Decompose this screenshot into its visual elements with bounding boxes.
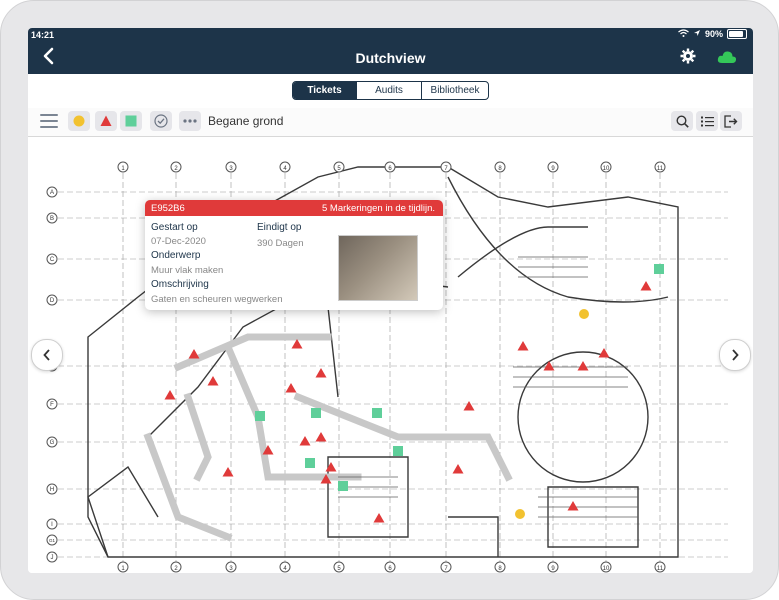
search-icon <box>675 114 689 128</box>
wifi-icon <box>678 29 689 39</box>
ticket-id: E952B6 <box>151 203 185 214</box>
cloud-icon <box>717 51 737 63</box>
check-circle-icon <box>154 114 168 128</box>
ticket-square-marker[interactable] <box>305 458 315 468</box>
subject-value: Muur vlak maken <box>151 265 224 276</box>
grid-column-label: 10 <box>603 166 610 172</box>
circle-icon <box>73 115 85 127</box>
battery-percent: 90% <box>704 29 723 39</box>
start-label: Gestart op <box>151 222 198 233</box>
navigation-bar: Dutchview <box>28 42 753 74</box>
description-label: Omschrijving <box>151 279 209 290</box>
app-screen: 14:21 90% Dutchview Tickets Audits Bibli… <box>28 28 753 573</box>
chevron-left-icon <box>43 349 50 361</box>
ticket-square-marker[interactable] <box>338 481 348 491</box>
floor-selector[interactable]: Begane grond <box>208 114 283 128</box>
grid-row-label: G1 <box>49 538 56 543</box>
grid-row-label: C <box>50 257 55 263</box>
ticket-photo[interactable] <box>338 235 418 301</box>
export-button[interactable] <box>720 111 742 131</box>
previous-button[interactable] <box>31 339 63 371</box>
grid-row-label: F <box>50 402 54 408</box>
grid-row-label: G <box>50 440 55 446</box>
ticket-circle-marker[interactable] <box>515 509 525 519</box>
status-bar: 14:21 90% <box>28 28 753 42</box>
section-tabs: Tickets Audits Bibliotheek <box>292 81 489 100</box>
search-button[interactable] <box>671 111 693 131</box>
ticket-triangle-marker[interactable] <box>577 361 589 371</box>
timeline-markings[interactable]: 5 Markeringen in de tijdlijn. <box>322 203 435 214</box>
ticket-triangle-marker[interactable] <box>207 376 219 386</box>
grid-row-label: B <box>50 216 54 222</box>
ticket-triangle-marker[interactable] <box>222 467 234 477</box>
subject-label: Onderwerp <box>151 250 201 261</box>
gear-icon <box>680 48 696 64</box>
grid-row-label: A <box>50 190 54 196</box>
filter-square-button[interactable] <box>120 111 142 131</box>
ticket-square-marker[interactable] <box>255 411 265 421</box>
list-button[interactable] <box>696 111 718 131</box>
end-value: 390 Dagen <box>257 238 304 249</box>
filter-triangle-button[interactable] <box>95 111 117 131</box>
ticket-triangle-marker[interactable] <box>463 401 475 411</box>
settings-button[interactable] <box>679 47 697 65</box>
ticket-triangle-marker[interactable] <box>188 349 200 359</box>
ticket-circle-marker[interactable] <box>579 309 589 319</box>
grid-row-label: J <box>51 555 54 561</box>
menu-button[interactable] <box>40 114 58 132</box>
ticket-triangle-marker[interactable] <box>452 464 464 474</box>
grid-row-label: H <box>50 487 54 493</box>
tab-bibliotheek[interactable]: Bibliotheek <box>421 82 488 99</box>
ticket-triangle-marker[interactable] <box>517 341 529 351</box>
start-value: 07-Dec-2020 <box>151 236 206 247</box>
grid-column-label: 11 <box>657 166 664 172</box>
ticket-triangle-marker[interactable] <box>325 462 337 472</box>
tablet-frame: 14:21 90% Dutchview Tickets Audits Bibli… <box>0 0 779 600</box>
list-icon <box>700 116 714 126</box>
check-button[interactable] <box>150 111 172 131</box>
grid-column-label: 10 <box>603 566 610 572</box>
menu-icon <box>40 114 58 116</box>
export-icon <box>724 114 738 128</box>
chevron-right-icon <box>732 349 739 361</box>
ticket-triangle-marker[interactable] <box>315 432 327 442</box>
status-right: 90% <box>678 29 747 39</box>
sync-button[interactable] <box>717 50 737 64</box>
page-title: Dutchview <box>355 50 426 66</box>
ticket-popup[interactable]: E952B6 5 Markeringen in de tijdlijn. Ges… <box>145 200 443 310</box>
ticket-triangle-marker[interactable] <box>315 368 327 378</box>
more-button[interactable] <box>179 111 201 131</box>
ticket-triangle-marker[interactable] <box>567 501 579 511</box>
ticket-triangle-marker[interactable] <box>373 513 385 523</box>
more-icon <box>183 119 197 123</box>
triangle-icon <box>100 115 112 126</box>
tab-tickets[interactable]: Tickets <box>293 82 356 99</box>
square-icon <box>125 115 137 127</box>
ticket-square-marker[interactable] <box>311 408 321 418</box>
ticket-square-marker[interactable] <box>393 446 403 456</box>
ticket-triangle-marker[interactable] <box>640 281 652 291</box>
description-value: Gaten en scheuren wegwerken <box>151 294 283 305</box>
next-button[interactable] <box>719 339 751 371</box>
battery-icon <box>727 29 747 39</box>
grid-row-label: D <box>50 298 55 304</box>
end-label: Eindigt op <box>257 222 302 233</box>
ticket-triangle-marker[interactable] <box>285 383 297 393</box>
tab-audits[interactable]: Audits <box>356 82 421 99</box>
plan-toolbar: Begane grond <box>28 108 753 137</box>
ticket-triangle-marker[interactable] <box>299 436 311 446</box>
ticket-popup-header: E952B6 5 Markeringen in de tijdlijn. <box>145 200 443 216</box>
grid-column-label: 11 <box>657 566 664 572</box>
filter-circle-button[interactable] <box>68 111 90 131</box>
ticket-triangle-marker[interactable] <box>598 348 610 358</box>
location-icon <box>693 29 701 39</box>
ticket-square-marker[interactable] <box>372 408 382 418</box>
ticket-triangle-marker[interactable] <box>164 390 176 400</box>
ticket-square-marker[interactable] <box>654 264 664 274</box>
status-time: 14:21 <box>31 30 55 40</box>
